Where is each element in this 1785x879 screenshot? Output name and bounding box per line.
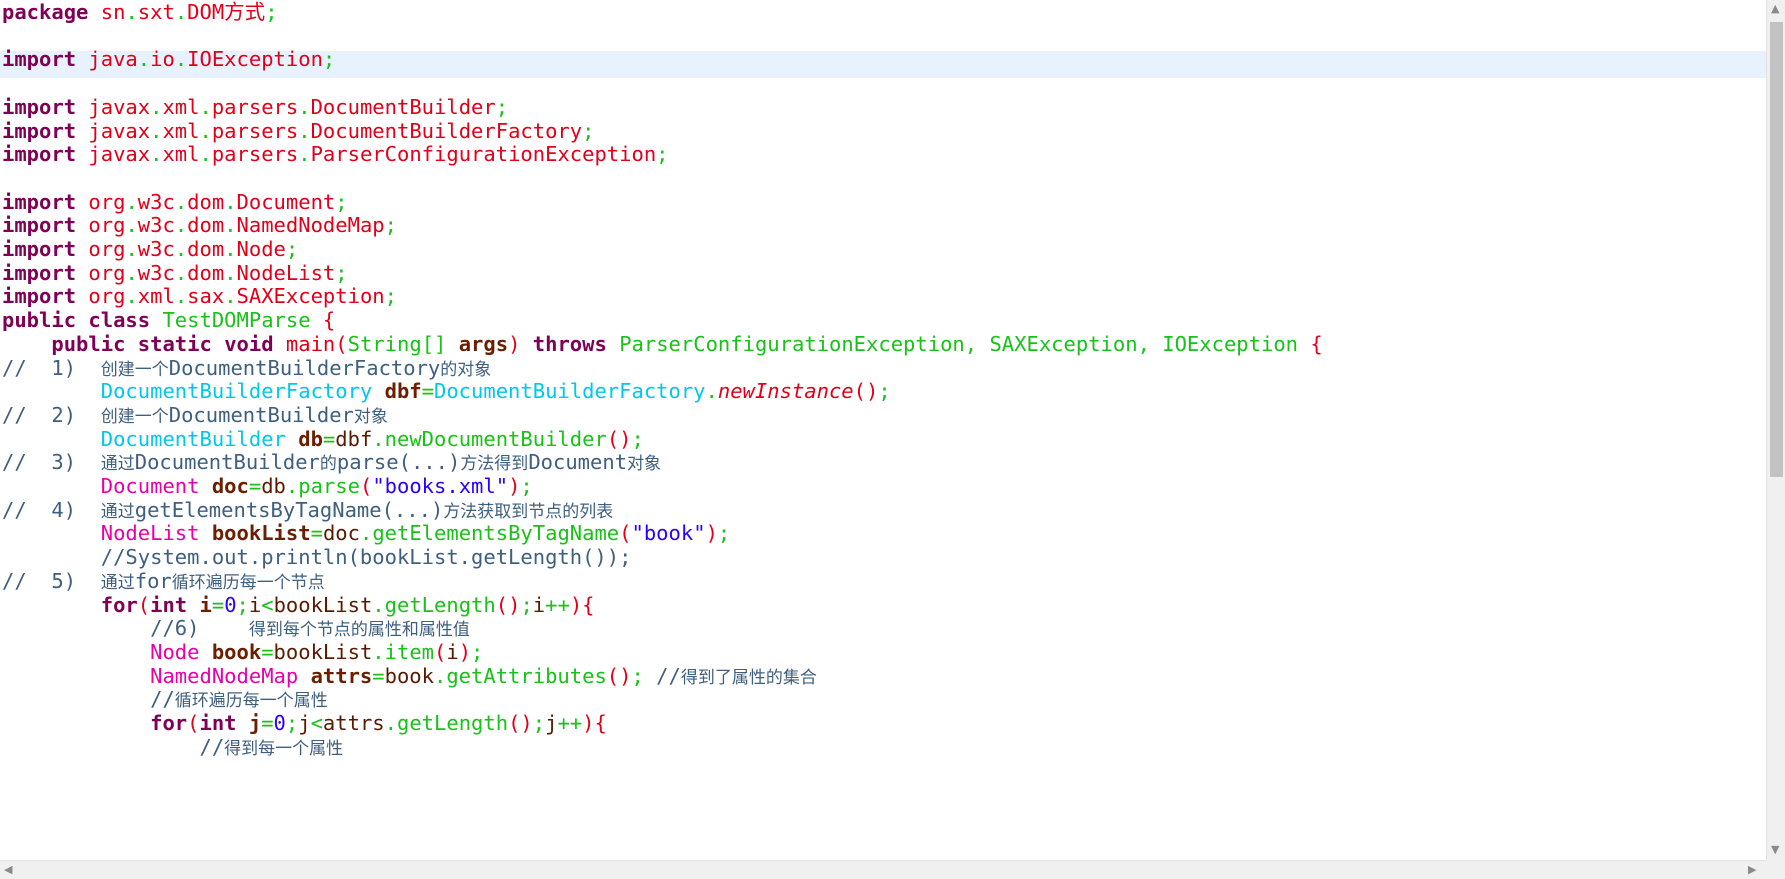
code-line[interactable]: DocumentBuilderFactory dbf=DocumentBuild…: [2, 378, 891, 405]
code-editor[interactable]: package sn.sxt.DOM方式; import java.io.IOEx…: [0, 0, 1766, 860]
scroll-right-arrow-icon[interactable]: ▶: [1748, 863, 1756, 876]
scrollbar-corner: [1766, 860, 1785, 879]
code-line[interactable]: //得到每一个属性: [2, 734, 343, 761]
vertical-scrollbar[interactable]: ▲ ▼: [1766, 0, 1785, 860]
code-line[interactable]: import org.xml.sax.SAXException;: [2, 283, 397, 310]
code-line[interactable]: package sn.sxt.DOM方式;: [2, 0, 278, 26]
code-line[interactable]: Document doc=db.parse("books.xml");: [2, 473, 533, 500]
code-line[interactable]: //6) 得到每个节点的属性和属性值: [2, 615, 470, 642]
code-line[interactable]: import java.io.IOException;: [2, 46, 335, 73]
code-line[interactable]: // 5) 通过for循环遍历每一个节点: [2, 568, 325, 595]
code-line[interactable]: import org.w3c.dom.NamedNodeMap;: [2, 212, 397, 239]
scroll-left-arrow-icon[interactable]: ◀: [4, 863, 12, 876]
code-line[interactable]: // 3) 通过DocumentBuilder的parse(...)方法得到Do…: [2, 449, 661, 476]
code-line[interactable]: for(int j=0;j<attrs.getLength();j++){: [2, 710, 607, 737]
code-line[interactable]: import javax.xml.parsers.DocumentBuilder…: [2, 94, 508, 121]
horizontal-scrollbar[interactable]: ◀ ▶: [0, 860, 1766, 879]
scroll-up-arrow-icon[interactable]: ▲: [1771, 2, 1779, 15]
code-line[interactable]: public class TestDOMParse {: [2, 307, 335, 334]
scroll-down-arrow-icon[interactable]: ▼: [1771, 843, 1779, 856]
code-line[interactable]: Node book=bookList.item(i);: [2, 639, 483, 666]
code-line[interactable]: public static void main(String[] args) t…: [2, 331, 1322, 358]
code-line[interactable]: import org.w3c.dom.Node;: [2, 236, 298, 263]
code-line[interactable]: //循环遍历每一个属性: [2, 686, 328, 713]
code-line[interactable]: import javax.xml.parsers.ParserConfigura…: [2, 141, 669, 168]
code-line[interactable]: // 2) 创建一个DocumentBuilder对象: [2, 402, 388, 429]
code-line[interactable]: //System.out.println(bookList.getLength(…: [2, 544, 632, 571]
code-line[interactable]: NodeList bookList=doc.getElementsByTagNa…: [2, 520, 731, 547]
vertical-scroll-thumb[interactable]: [1770, 22, 1783, 477]
